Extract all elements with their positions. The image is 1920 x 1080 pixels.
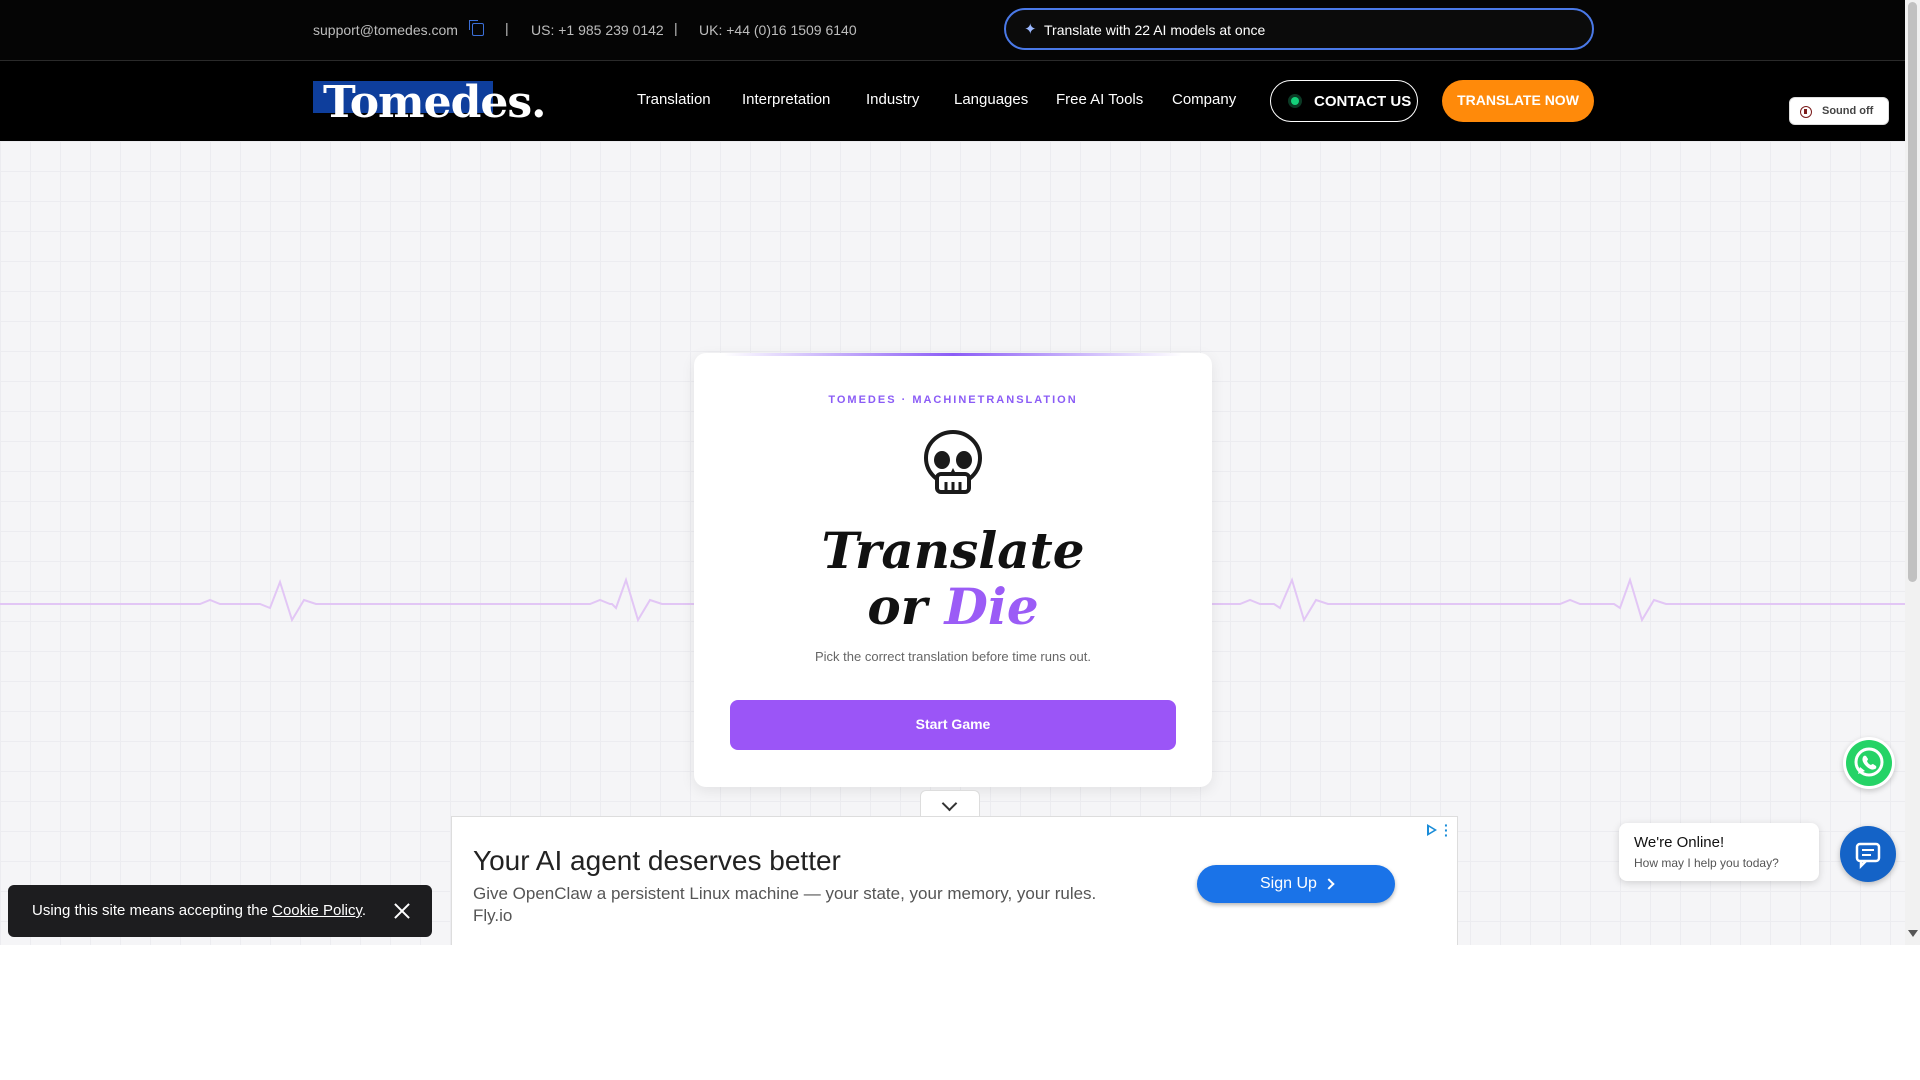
chat-icon	[1855, 842, 1881, 870]
title-line-1: Translate	[821, 521, 1085, 580]
chat-subtitle: How may I help you today?	[1634, 856, 1779, 870]
separator: |	[674, 20, 678, 36]
translate-now-label: TRANSLATE NOW	[1457, 92, 1579, 108]
start-game-button[interactable]: Start Game	[730, 700, 1176, 750]
card-kicker: TOMEDES · MACHINETRANSLATION	[828, 394, 1078, 406]
online-dot-icon	[1291, 97, 1299, 105]
page-viewport: support@tomedes.com | US: +1 985 239 014…	[0, 0, 1905, 945]
support-email[interactable]: support@tomedes.com	[313, 22, 458, 38]
close-icon[interactable]	[391, 900, 413, 922]
sound-label: Sound off	[1822, 105, 1874, 117]
sound-toggle-button[interactable]: Sound off	[1789, 97, 1889, 125]
scrollbar-thumb[interactable]	[1908, 2, 1917, 582]
ai-translate-pill[interactable]: ✦ Translate with 22 AI models at once	[1004, 8, 1594, 50]
ad-body: Give OpenClaw a persistent Linux machine…	[473, 883, 1133, 927]
chat-launcher-button[interactable]	[1840, 826, 1896, 882]
translate-now-button[interactable]: TRANSLATE NOW	[1442, 80, 1594, 122]
nav-company[interactable]: Company	[1172, 91, 1236, 108]
game-subtitle: Pick the correct translation before time…	[814, 649, 1091, 664]
chevron-down-icon	[941, 795, 958, 812]
game-title: Translate or Die	[694, 523, 1212, 635]
scroll-down-tab[interactable]	[920, 790, 980, 819]
adchoices-icon[interactable]	[1427, 824, 1437, 836]
cookie-text-prefix: Using this site means accepting the	[32, 902, 273, 919]
title-accent: Die	[944, 577, 1039, 636]
cookie-text: Using this site means accepting the Cook…	[32, 902, 366, 919]
ad-signup-button[interactable]: Sign Up	[1197, 865, 1395, 903]
separator: |	[505, 20, 509, 36]
page-scrollbar[interactable]	[1905, 0, 1920, 945]
whatsapp-icon	[1846, 740, 1892, 786]
copy-icon[interactable]	[469, 20, 484, 36]
contact-us-button[interactable]: CONTACT US	[1270, 80, 1418, 122]
cookie-policy-link[interactable]: Cookie Policy	[272, 902, 362, 919]
main-navigation: Tomedes. Translation Interpretation Indu…	[0, 61, 1905, 141]
cookie-text-suffix: .	[361, 902, 367, 919]
sound-off-icon	[1800, 106, 1812, 118]
start-game-label: Start Game	[915, 716, 991, 732]
uk-phone[interactable]: UK: +44 (0)16 1509 6140	[699, 22, 857, 38]
card-accent-line	[724, 353, 1182, 356]
cookie-notice: Using this site means accepting the Cook…	[8, 885, 432, 937]
chat-title: We're Online!	[1634, 834, 1725, 851]
ad-menu-icon[interactable]: · · ·	[1444, 818, 1449, 842]
sparkle-icon: ✦	[1024, 21, 1037, 38]
chevron-right-icon	[1323, 878, 1335, 890]
nav-free-ai-tools[interactable]: Free AI Tools	[1056, 91, 1143, 108]
whatsapp-button[interactable]	[1843, 737, 1895, 789]
nav-translation[interactable]: Translation	[637, 91, 711, 108]
chat-greeting[interactable]: We're Online! How may I help you today?	[1619, 823, 1819, 881]
nav-languages[interactable]: Languages	[954, 91, 1028, 108]
game-card: TOMEDES · MACHINETRANSLATION Translate o…	[694, 353, 1212, 787]
skull-icon	[924, 430, 982, 494]
ad-title[interactable]: Your AI agent deserves better	[473, 845, 841, 877]
logo-text: Tomedes.	[323, 77, 546, 128]
title-line-2-prefix: or	[867, 577, 945, 636]
ad-banner[interactable]: · · · Your AI agent deserves better Give O…	[451, 816, 1458, 945]
nav-interpretation[interactable]: Interpretation	[742, 91, 830, 108]
contact-us-label: CONTACT US	[1314, 93, 1412, 110]
scroll-down-arrow-icon[interactable]	[1908, 930, 1918, 937]
ad-body-text: Give OpenClaw a persistent Linux machine…	[473, 884, 1097, 903]
top-contact-bar: support@tomedes.com | US: +1 985 239 014…	[0, 0, 1905, 61]
signup-label: Sign Up	[1260, 875, 1317, 892]
ai-pill-label: Translate with 22 AI models at once	[1044, 22, 1266, 38]
ad-advertiser: Fly.io	[473, 906, 513, 925]
tomedes-logo[interactable]: Tomedes.	[313, 77, 546, 128]
us-phone[interactable]: US: +1 985 239 0142	[531, 22, 664, 38]
nav-industry[interactable]: Industry	[866, 91, 919, 108]
